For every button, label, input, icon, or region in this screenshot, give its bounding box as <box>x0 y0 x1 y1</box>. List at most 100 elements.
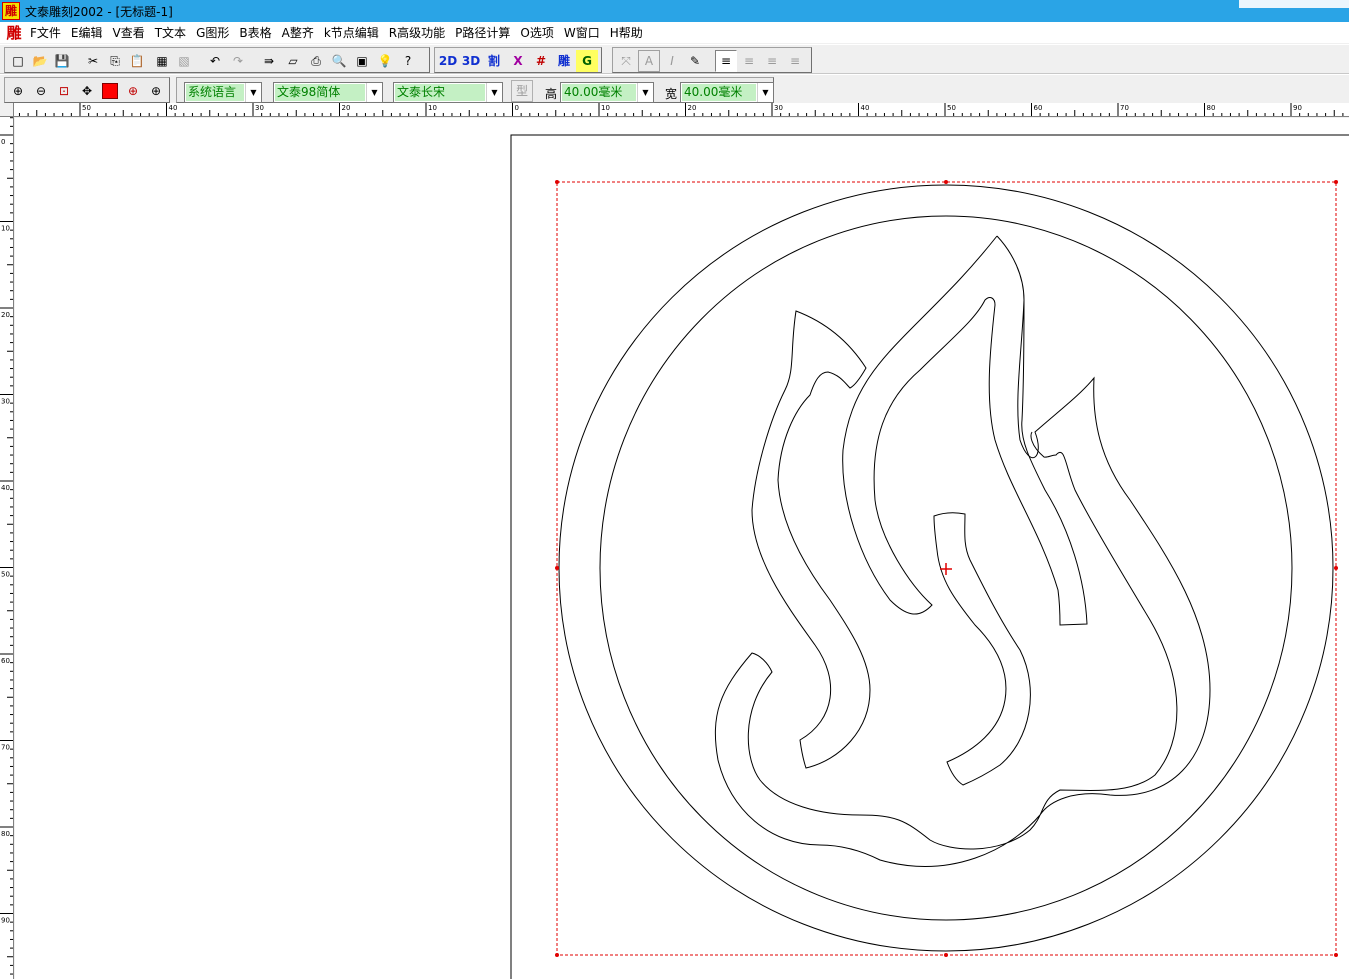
selection-handle[interactable] <box>555 953 559 957</box>
align-center-icon[interactable]: ≡ <box>738 50 760 72</box>
node-icon[interactable]: ⤧ <box>615 50 637 72</box>
menu-graphics[interactable]: G图形 <box>193 24 236 41</box>
menu-edit[interactable]: E编辑 <box>68 24 110 41</box>
zoom-all-icon[interactable]: ⊕ <box>145 80 167 102</box>
paste-special-icon[interactable]: ▦ <box>151 50 173 72</box>
menu-advanced[interactable]: R高级功能 <box>386 24 452 41</box>
text-a-icon[interactable]: A <box>638 50 660 72</box>
selection-handle[interactable] <box>944 180 948 184</box>
btn-2d[interactable]: 2D <box>437 50 459 72</box>
pan-icon[interactable]: ✥ <box>76 80 98 102</box>
ruler-label: 80 <box>1207 104 1216 112</box>
horizontal-ruler[interactable]: 50 40 30 20 10 0 10 20 30 40 50 60 70 80 90 <box>0 103 1349 117</box>
file-edit-toolbar-group: □ 📂 💾 ✂ ⎘ 📋 ▦ ▧ ↶ ↷ ⇛ ▱ ⎙ 🔍 ▣ 💡 ? <box>4 47 430 73</box>
chevron-down-icon[interactable]: ▼ <box>245 83 261 102</box>
align-right-icon[interactable]: ≡ <box>761 50 783 72</box>
width-input[interactable]: 40.00毫米 ▼ <box>680 82 774 103</box>
menu-align[interactable]: A整齐 <box>279 24 321 41</box>
font2-select[interactable]: 文泰长宋 ▼ <box>393 82 503 103</box>
height-input[interactable]: 40.00毫米 ▼ <box>560 82 654 103</box>
italic-icon[interactable]: I <box>661 50 683 72</box>
print-icon[interactable]: ⎙ <box>305 50 327 72</box>
selection-handle[interactable] <box>555 566 559 570</box>
chevron-down-icon[interactable]: ▼ <box>366 83 382 102</box>
menu-options[interactable]: O选项 <box>517 24 560 41</box>
drawing-canvas[interactable] <box>15 118 1349 979</box>
clone-icon[interactable]: ▧ <box>173 50 195 72</box>
open-file-icon[interactable]: 📂 <box>29 50 51 72</box>
style-icon[interactable]: 型 <box>511 80 533 102</box>
selection-handle[interactable] <box>1334 953 1338 957</box>
app-window: 雕 文泰雕刻2002 - [无标题-1] 雕 F文件 E编辑 V查看 T文本 G… <box>0 0 1349 979</box>
zoom-out-icon[interactable]: ⊖ <box>30 80 52 102</box>
selection-handle[interactable] <box>555 180 559 184</box>
menu-bar: 雕 F文件 E编辑 V查看 T文本 G图形 B表格 A整齐 k节点编辑 R高级功… <box>0 22 1349 43</box>
help-icon[interactable]: ? <box>397 50 419 72</box>
btn-gcode[interactable]: G <box>576 50 598 72</box>
align-left-icon[interactable]: ≡ <box>715 50 737 72</box>
btn-hatch[interactable]: # <box>530 50 552 72</box>
height-input-value: 40.00毫米 <box>562 84 636 101</box>
zoom-fit-icon[interactable]: ⊡ <box>53 80 75 102</box>
ruler-label: 40 <box>861 104 870 112</box>
menu-node-edit[interactable]: k节点编辑 <box>321 24 386 41</box>
print-preview-icon[interactable]: 🔍 <box>328 50 350 72</box>
font-select[interactable]: 文泰98简体 ▼ <box>273 82 383 103</box>
undo-icon[interactable]: ↶ <box>204 50 226 72</box>
ruler-corner <box>0 103 14 117</box>
btn-cut-mode[interactable]: 割 <box>483 50 505 72</box>
menu-table[interactable]: B表格 <box>236 24 278 41</box>
ruler-label: 20 <box>688 104 697 112</box>
menu-path-calc[interactable]: P路径计算 <box>452 24 517 41</box>
selection-handle[interactable] <box>1334 566 1338 570</box>
page-border <box>510 134 1349 979</box>
frame-icon[interactable]: ▣ <box>351 50 373 72</box>
ruler-label: 30 <box>255 104 264 112</box>
text-edit-icon[interactable]: ✎ <box>684 50 706 72</box>
language-select[interactable]: 系统语言 ▼ <box>184 82 262 103</box>
selection-handle[interactable] <box>944 953 948 957</box>
zoom-selection-icon[interactable]: ⊕ <box>122 80 144 102</box>
chevron-down-icon[interactable]: ▼ <box>637 83 653 102</box>
menu-file[interactable]: F文件 <box>27 24 68 41</box>
menu-text[interactable]: T文本 <box>152 24 193 41</box>
save-file-icon[interactable]: 💾 <box>51 50 73 72</box>
text-format-toolbar-group: ⤧ A I ✎ ≡ ≡ ≡ ≡ <box>612 47 812 73</box>
paste-icon[interactable]: 📋 <box>126 50 148 72</box>
align-justify-icon[interactable]: ≡ <box>784 50 806 72</box>
flame-tongue-center <box>933 512 1031 786</box>
ruler-label: 90 <box>1 917 10 925</box>
ruler-label: 90 <box>1293 104 1302 112</box>
tip-bulb-icon[interactable]: 💡 <box>374 50 396 72</box>
color-swatch-icon[interactable] <box>99 80 121 102</box>
menu-help[interactable]: H帮助 <box>607 24 650 41</box>
btn-carve[interactable]: 雕 <box>553 50 575 72</box>
ruler-label: 10 <box>601 104 610 112</box>
btn-x-mode[interactable]: X <box>507 50 529 72</box>
flame-tongue-outer-top <box>842 235 1088 626</box>
import-icon[interactable]: ⇛ <box>258 50 280 72</box>
ruler-label: 10 <box>428 104 437 112</box>
ruler-label: 20 <box>342 104 351 112</box>
font-select-value: 文泰98简体 <box>275 84 365 101</box>
chevron-down-icon[interactable]: ▼ <box>486 83 502 102</box>
menu-window[interactable]: W窗口 <box>561 24 607 41</box>
vertical-ruler[interactable]: 0 10 20 30 40 50 60 70 80 90 <box>0 117 14 979</box>
app-logo-icon[interactable]: 雕 <box>2 2 20 20</box>
window-title: 文泰雕刻2002 - [无标题-1] <box>25 4 173 19</box>
btn-3d[interactable]: 3D <box>460 50 482 72</box>
cut-icon[interactable]: ✂ <box>82 50 104 72</box>
redo-icon[interactable]: ↷ <box>227 50 249 72</box>
page-setup-icon[interactable]: ▱ <box>282 50 304 72</box>
new-file-icon[interactable]: □ <box>7 50 29 72</box>
ruler-label: 70 <box>1 744 10 752</box>
chevron-down-icon[interactable]: ▼ <box>757 83 773 102</box>
zoom-in-icon[interactable]: ⊕ <box>7 80 29 102</box>
document-menu-icon[interactable]: 雕 <box>5 24 23 42</box>
horizontal-ruler-ticks: 50 40 30 20 10 0 10 20 30 40 50 60 70 80 90 <box>18 103 1344 116</box>
copy-icon[interactable]: ⎘ <box>104 50 126 72</box>
flame-tongue-left <box>751 310 871 769</box>
width-input-value: 40.00毫米 <box>682 84 756 101</box>
menu-view[interactable]: V查看 <box>110 24 152 41</box>
selection-handle[interactable] <box>1334 180 1338 184</box>
